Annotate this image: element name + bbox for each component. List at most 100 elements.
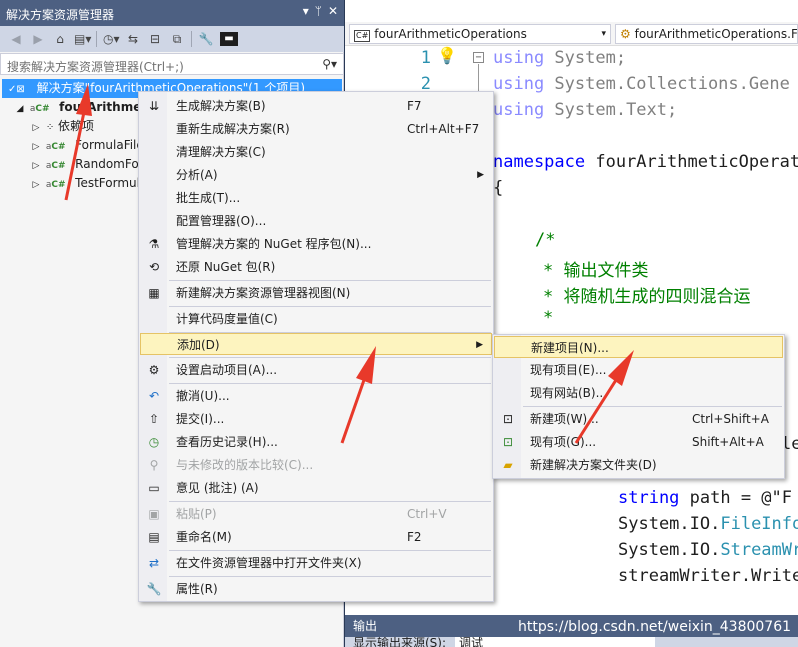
- solution-explorer-toolbar: ◀ ▶ ⌂ ▤▾ ◷▾ ⇆ ⊟ ⧉ 🔧 ▬: [0, 26, 344, 52]
- menu-item-open-in-explorer[interactable]: ⇄ 在文件资源管理器中打开文件夹(X): [140, 552, 492, 574]
- sync-icon[interactable]: ⇆: [125, 32, 141, 46]
- menu-item-build-solution[interactable]: ⇊ 生成解决方案(B) F7: [140, 95, 492, 117]
- submenu-item-existing-item[interactable]: ⊡ 现有项(G)... Shift+Alt+A: [494, 431, 783, 453]
- submenu-arrow-icon: ▶: [477, 170, 484, 180]
- dropdown-icon[interactable]: ▾: [303, 4, 309, 18]
- menu-item-commit[interactable]: ⇧ 提交(I)...: [140, 408, 492, 430]
- undo-icon: ↶: [148, 389, 160, 403]
- code-comment: *: [543, 308, 554, 328]
- menu-item-set-startup[interactable]: ⚙ 设置启动项目(A)...: [140, 359, 492, 381]
- pin-icon[interactable]: ᛘ: [315, 4, 322, 18]
- new-item-icon: ⊡: [502, 412, 514, 426]
- code-comment: /*: [535, 230, 556, 250]
- code-line: using System.Collections.Gene: [493, 74, 790, 94]
- forward-icon[interactable]: ▶: [30, 32, 46, 46]
- tree-item-file[interactable]: ▷ aC# RandomFor: [30, 155, 144, 174]
- menu-item-batch-build[interactable]: 批生成(T)...: [140, 187, 492, 209]
- menu-item-properties[interactable]: 🔧 属性(R): [140, 578, 492, 600]
- file-label: TestFormula: [75, 176, 148, 190]
- chevron-down-icon: ▾: [601, 29, 606, 39]
- commit-icon: ⇧: [148, 412, 160, 426]
- dependencies-label: 依赖项: [58, 119, 95, 133]
- output-source-select[interactable]: 调试: [455, 637, 655, 647]
- tree-item-dependencies[interactable]: ▷ ⁘ 依赖项: [30, 117, 95, 136]
- solution-context-menu: ⇊ 生成解决方案(B) F7 重新生成解决方案(R) Ctrl+Alt+F7 清…: [138, 91, 494, 602]
- class-icon: ⚙: [620, 27, 631, 41]
- folder-icon: ▰: [503, 458, 513, 472]
- add-submenu: 新建项目(N)... 现有项目(E)... 现有网站(B)... ⊡ 新建项(W…: [492, 334, 785, 479]
- new-view-icon: ▦: [148, 286, 160, 300]
- close-icon[interactable]: ✕: [328, 4, 338, 18]
- code-line: System.IO.FileInfo: [618, 514, 798, 534]
- dependencies-icon: ⁘: [45, 122, 55, 133]
- output-source-bar: 显示输出来源(S): 调试: [345, 637, 798, 647]
- menu-item-code-metrics[interactable]: 计算代码度量值(C): [140, 308, 492, 330]
- menu-item-clean-solution[interactable]: 清理解决方案(C): [140, 141, 492, 163]
- menu-item-restore-nuget[interactable]: ⟲ 还原 NuGet 包(R): [140, 256, 492, 278]
- menu-item-configuration-manager[interactable]: 配置管理器(O)...: [140, 210, 492, 232]
- project-dropdown[interactable]: C# fourArithmeticOperations ▾: [349, 24, 611, 44]
- submenu-item-new-project[interactable]: 新建项目(N)...: [494, 336, 783, 358]
- menu-item-paste[interactable]: ▣ 粘贴(P) Ctrl+V: [140, 503, 492, 525]
- pending-changes-icon[interactable]: ◷▾: [103, 32, 120, 46]
- menu-item-analyze[interactable]: 分析(A) ▶: [140, 164, 492, 186]
- menu-item-annotate[interactable]: ▭ 意见 (批注) (A): [140, 477, 492, 499]
- code-line: namespace fourArithmeticOperat: [493, 152, 798, 172]
- annotate-icon: ▭: [148, 481, 160, 495]
- line-number: 1: [420, 48, 431, 68]
- tree-item-file[interactable]: ▷ aC# TestFormula: [30, 174, 148, 195]
- menu-item-add[interactable]: 添加(D) ▶: [140, 333, 492, 355]
- paste-icon: ▣: [148, 507, 160, 521]
- compare-icon: ⚲: [149, 458, 159, 472]
- type-dropdown-label: fourArithmeticOperations.Fo: [634, 27, 798, 41]
- code-line: streamWriter.Write: [618, 566, 798, 586]
- rename-icon: ▤: [148, 530, 160, 544]
- search-icon[interactable]: ⚲▾: [322, 57, 337, 71]
- tree-item-file[interactable]: ▷ aC# FormulaFile: [30, 136, 144, 155]
- output-source-label: 显示输出来源(S):: [353, 637, 447, 647]
- submenu-item-new-solution-folder[interactable]: ▰ 新建解决方案文件夹(D): [494, 454, 783, 476]
- expand-arrow-icon[interactable]: ▷: [30, 176, 42, 195]
- code-line: string path = @"F: [618, 488, 793, 508]
- menu-item-manage-nuget[interactable]: ⚗ 管理解决方案的 NuGet 程序包(N)...: [140, 233, 492, 255]
- menu-item-rename[interactable]: ▤ 重命名(M) F2: [140, 526, 492, 548]
- switch-views-icon[interactable]: ▤▾: [74, 32, 91, 46]
- code-line: System.IO.StreamWr: [618, 540, 798, 560]
- history-icon: ◷: [148, 435, 160, 449]
- code-line: using System;: [493, 48, 627, 68]
- menu-item-compare[interactable]: ⚲ 与未修改的版本比较(C)...: [140, 454, 492, 476]
- menu-item-rebuild-solution[interactable]: 重新生成解决方案(R) Ctrl+Alt+F7: [140, 118, 492, 140]
- show-all-files-icon[interactable]: ⧉: [169, 32, 185, 47]
- code-comment: * 将随机生成的四则混合运: [543, 287, 751, 307]
- home-icon[interactable]: ⌂: [52, 32, 68, 46]
- solution-explorer-title-bar: 解决方案资源管理器 ▾ ᛘ ✕: [0, 0, 344, 26]
- menu-item-new-explorer-view[interactable]: ▦ 新建解决方案资源管理器视图(N): [140, 282, 492, 304]
- menu-item-undo[interactable]: ↶ 撤消(U)...: [140, 385, 492, 407]
- submenu-item-new-item[interactable]: ⊡ 新建项(W)... Ctrl+Shift+A: [494, 408, 783, 430]
- type-dropdown[interactable]: ⚙ fourArithmeticOperations.Fo: [615, 24, 798, 44]
- collapse-region-icon[interactable]: −: [473, 52, 484, 63]
- properties-wrench-icon[interactable]: 🔧: [198, 32, 214, 46]
- code-comment: * 输出文件类: [543, 261, 649, 281]
- submenu-item-existing-project[interactable]: 现有项目(E)...: [494, 359, 783, 381]
- collapse-arrow-icon[interactable]: ◢: [14, 100, 26, 119]
- csharp-file-icon: C#: [51, 180, 66, 190]
- preview-icon[interactable]: ▬: [220, 32, 238, 46]
- lightbulb-icon[interactable]: 💡: [437, 46, 457, 65]
- file-label: FormulaFile: [75, 138, 144, 152]
- menu-item-view-history[interactable]: ◷ 查看历史记录(H)...: [140, 431, 492, 453]
- submenu-arrow-icon: ▶: [476, 340, 483, 350]
- code-line: using System.Text;: [493, 100, 678, 120]
- submenu-item-existing-website[interactable]: 现有网站(B)...: [494, 382, 783, 404]
- collapse-all-icon[interactable]: ⊟: [147, 32, 163, 46]
- build-icon: ⇊: [148, 99, 160, 113]
- open-folder-icon: ⇄: [148, 556, 160, 570]
- solution-explorer-search[interactable]: 搜索解决方案资源管理器(Ctrl+;) ⚲▾: [0, 53, 344, 75]
- solution-explorer-title: 解决方案资源管理器: [6, 8, 115, 22]
- restore-icon: ⟲: [148, 260, 160, 274]
- project-dropdown-label: fourArithmeticOperations: [374, 27, 527, 41]
- back-icon[interactable]: ◀: [8, 32, 24, 46]
- csharp-icon: C#: [354, 30, 371, 42]
- existing-item-icon: ⊡: [502, 435, 514, 449]
- wrench-icon: 🔧: [146, 582, 162, 596]
